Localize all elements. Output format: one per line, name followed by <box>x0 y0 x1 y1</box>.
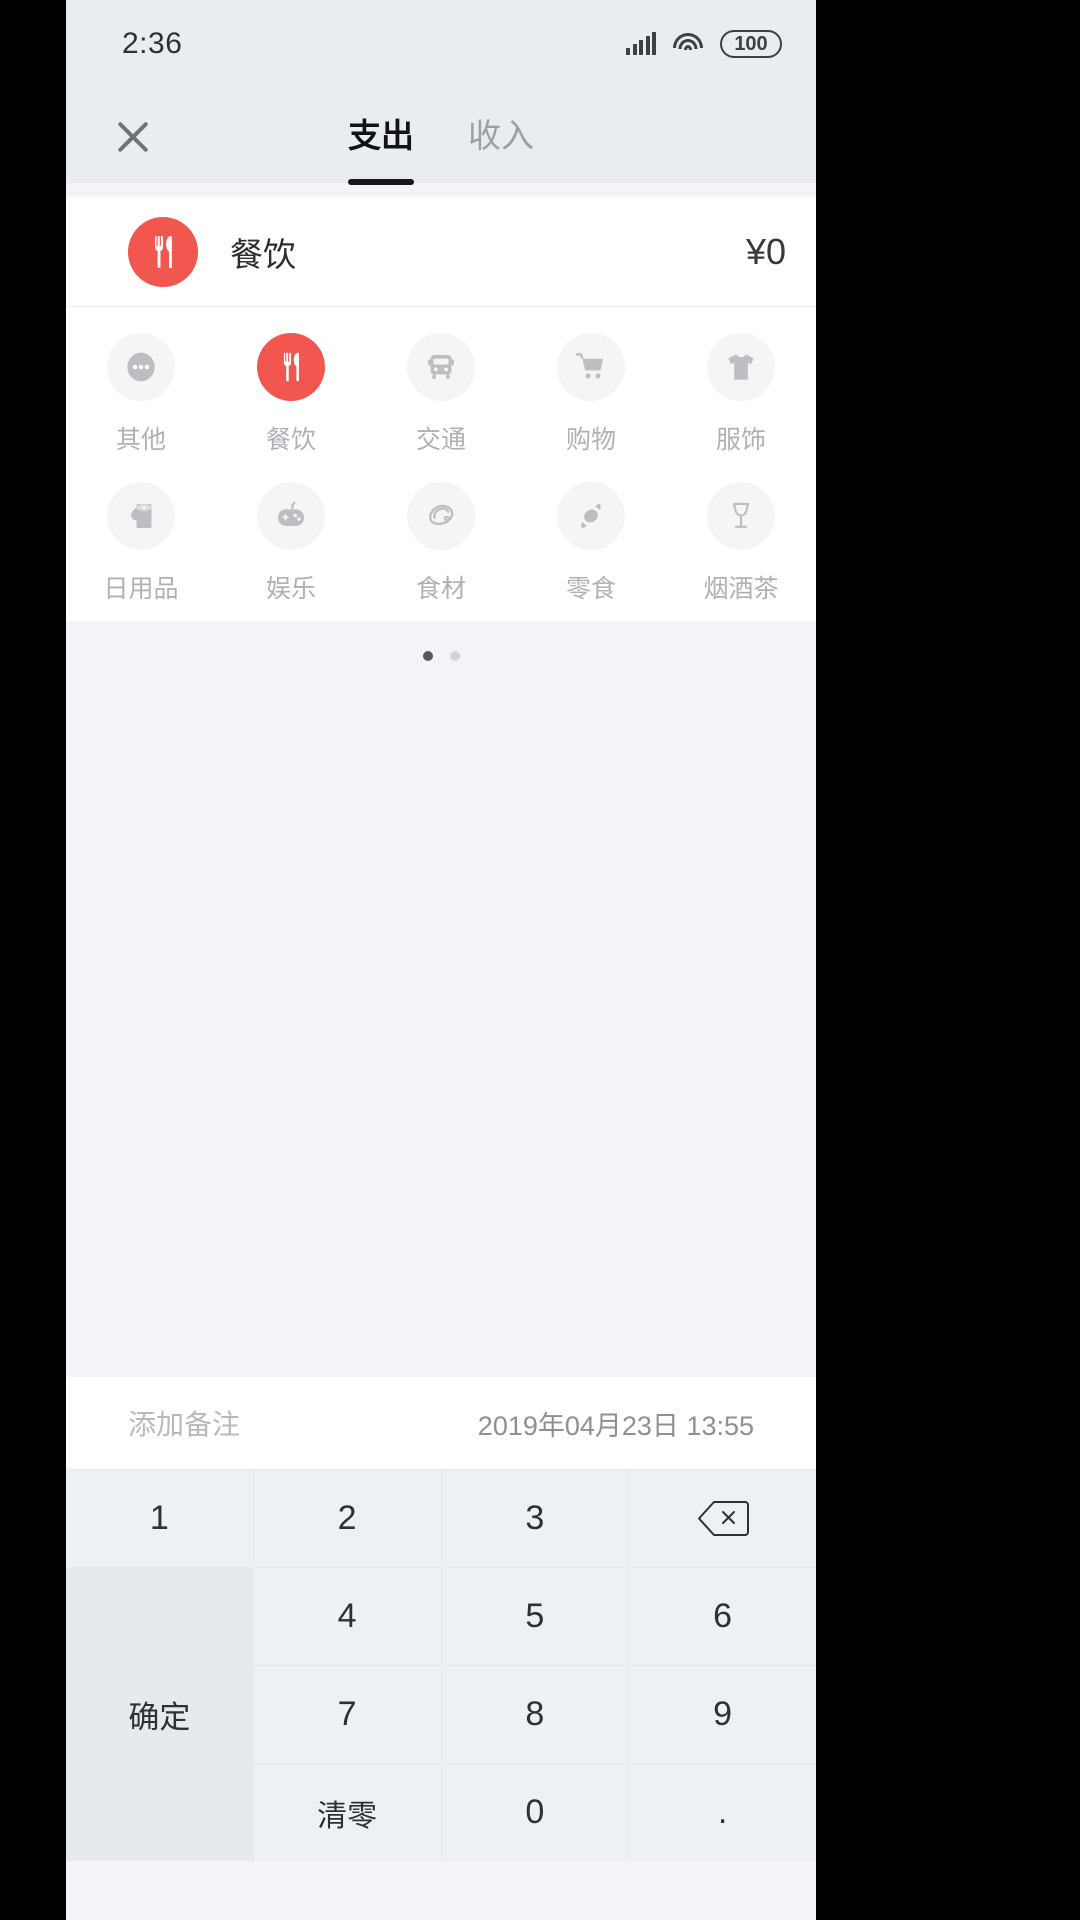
category-item-tobacco-alcohol-tea[interactable]: 烟酒茶 <box>666 482 816 605</box>
category-item-snacks[interactable]: 零食 <box>516 482 666 605</box>
header-divider <box>66 183 816 197</box>
category-item-ingredients[interactable]: 食材 <box>366 482 516 605</box>
category-label: 其他 <box>115 426 166 454</box>
wifi-icon <box>673 33 703 55</box>
backspace-key[interactable] <box>629 1470 816 1567</box>
gamepad-icon <box>257 482 325 550</box>
category-item-shopping[interactable]: 购物 <box>516 333 666 456</box>
category-label: 烟酒茶 <box>703 575 779 603</box>
restaurant-icon <box>128 216 198 287</box>
tshirt-icon <box>707 333 775 401</box>
decimal-key[interactable]: . <box>629 1764 816 1861</box>
cart-icon <box>557 333 625 401</box>
note-bar: 添加备注 2019年04月23日 13:55 <box>66 1377 816 1469</box>
meat-icon <box>407 482 475 550</box>
category-label: 娱乐 <box>265 575 316 603</box>
phone-screen: 2:36 100 支出 收入 餐饮 ¥0 其他 餐饮 交通 购物 服饰 日用品 … <box>66 0 816 1920</box>
category-label: 日用品 <box>103 575 179 603</box>
tab-expense[interactable]: 支出 <box>348 109 414 163</box>
category-label: 食材 <box>415 575 466 603</box>
key-6[interactable]: 6 <box>629 1568 816 1665</box>
note-input[interactable]: 添加备注 <box>128 1403 240 1443</box>
amount-display: ¥0 <box>745 230 786 272</box>
category-item-transport[interactable]: 交通 <box>366 333 516 456</box>
key-8[interactable]: 8 <box>441 1666 629 1763</box>
key-9[interactable]: 9 <box>629 1666 816 1763</box>
category-grid-panel: 其他 餐饮 交通 购物 服饰 日用品 娱乐 食材 零食 烟酒茶 <box>66 307 816 621</box>
tab-bar: 支出 收入 <box>66 109 816 163</box>
candy-icon <box>557 482 625 550</box>
key-5[interactable]: 5 <box>441 1568 629 1665</box>
key-0[interactable]: 0 <box>441 1764 629 1861</box>
app-header: 支出 收入 <box>66 88 816 183</box>
category-label: 餐饮 <box>265 426 316 454</box>
category-item-restaurant[interactable]: 餐饮 <box>216 333 366 456</box>
tab-income[interactable]: 收入 <box>468 109 534 163</box>
category-label: 购物 <box>565 426 616 454</box>
status-icons: 100 <box>626 30 782 58</box>
paper-roll-icon <box>107 482 175 550</box>
battery-icon: 100 <box>720 30 782 58</box>
page-indicator <box>66 621 816 687</box>
key-7[interactable]: 7 <box>253 1666 441 1763</box>
category-item-clothing[interactable]: 服饰 <box>666 333 816 456</box>
numeric-keypad: 1 2 3 4 5 6 确定 7 8 9 清零 0 . <box>66 1469 816 1861</box>
category-label: 服饰 <box>715 426 766 454</box>
wine-glass-icon <box>707 482 775 550</box>
clear-key[interactable]: 清零 <box>253 1764 441 1861</box>
category-item-other[interactable]: 其他 <box>66 333 216 456</box>
signal-bars-icon <box>626 32 656 55</box>
key-4[interactable]: 4 <box>253 1568 441 1665</box>
ellipsis-icon <box>107 333 175 401</box>
key-3[interactable]: 3 <box>441 1470 629 1567</box>
selected-category-name: 餐饮 <box>230 235 296 273</box>
category-item-entertainment[interactable]: 娱乐 <box>216 482 366 605</box>
status-time: 2:36 <box>122 27 183 60</box>
confirm-button[interactable]: 确定 <box>66 1568 253 1861</box>
backspace-icon <box>697 1500 749 1537</box>
category-label: 交通 <box>415 426 466 454</box>
bus-icon <box>407 333 475 401</box>
selected-category-row: 餐饮 ¥0 <box>66 197 816 307</box>
content-spacer <box>66 687 816 1377</box>
restaurant-icon <box>257 333 325 401</box>
page-dot-active[interactable] <box>422 651 433 661</box>
key-2[interactable]: 2 <box>253 1470 441 1567</box>
category-label: 零食 <box>565 575 616 603</box>
battery-level: 100 <box>734 32 768 55</box>
datetime-field[interactable]: 2019年04月23日 13:55 <box>478 1404 754 1443</box>
status-bar: 2:36 100 <box>66 0 816 88</box>
category-item-daily-goods[interactable]: 日用品 <box>66 482 216 605</box>
key-1[interactable]: 1 <box>66 1470 253 1567</box>
page-dot[interactable] <box>449 651 460 661</box>
category-grid: 其他 餐饮 交通 购物 服饰 日用品 娱乐 食材 零食 烟酒茶 <box>66 333 816 605</box>
